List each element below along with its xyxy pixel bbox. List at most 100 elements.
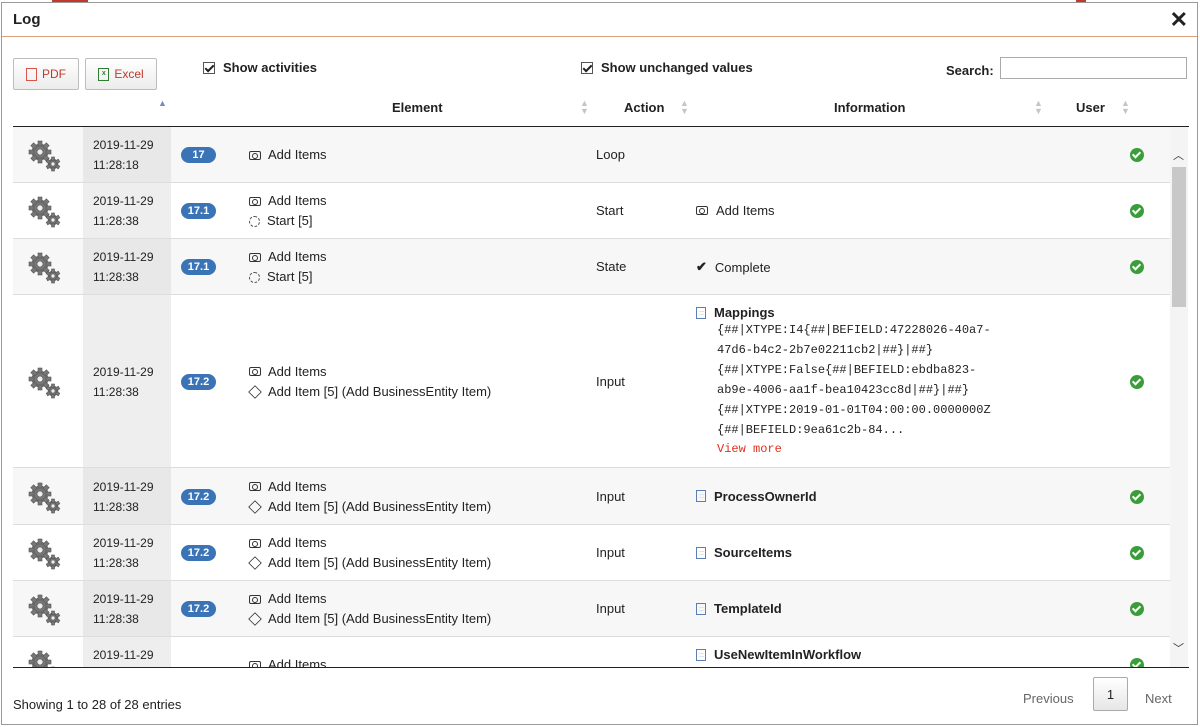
add-item-icon xyxy=(248,556,262,570)
pdf-file-icon xyxy=(26,67,37,81)
table-row[interactable]: 2019-11-29 11:28:18 17 Add Items Loop xyxy=(13,127,1170,183)
table-row[interactable]: 2019-11-29 11:28:38 17.2 Add Items Add Item … xyxy=(13,525,1170,581)
search-label: Search: xyxy=(946,63,994,78)
table-row[interactable]: 2019-11-29 11:28:38 17.1 Add Items Start [5]… xyxy=(13,183,1170,239)
table-row[interactable]: 2019-11-29 11:28:38 17.2 Add Items Add Item … xyxy=(13,295,1170,468)
mapping-detail-line: {##|XTYPE:False{##|BEFIELD:ebdba823- xyxy=(717,363,977,377)
sort-asc-icon[interactable]: ▲ xyxy=(158,99,167,108)
date-text: 2019-11-29 xyxy=(93,250,154,264)
previous-page-button[interactable]: Previous xyxy=(1023,691,1074,706)
element-cell: Add Items Add Item [5] (Add BusinessEntit… xyxy=(248,477,492,517)
add-item-icon xyxy=(248,499,262,514)
view-more-link[interactable]: View more xyxy=(717,440,991,458)
information-cell: ✔ Complete xyxy=(696,259,771,275)
log-dialog: Log ✕ PDF x Excel Show activities Show u… xyxy=(1,2,1198,725)
table-row[interactable]: 2019-11-29 11:28:38 17.1 Add Items Start [5]… xyxy=(13,239,1170,295)
show-unchanged-checkbox[interactable]: Show unchanged values xyxy=(581,60,753,75)
element-name: Add Items xyxy=(268,193,327,208)
sort-icon[interactable]: ▲ ▼ xyxy=(1121,99,1130,116)
export-pdf-button[interactable]: PDF xyxy=(13,58,79,90)
step-badge: 17.1 xyxy=(181,203,216,219)
table-row[interactable]: 2019-11-29 11:28:38 17.2 Add Items Add Item … xyxy=(13,581,1170,637)
log-table: 2019-11-29 11:28:18 17 Add Items Loop 2019-11… xyxy=(13,127,1170,667)
element-cell: Add Items xyxy=(249,145,327,165)
table-row[interactable]: 2019-11-29 Add Items UseNewItemInWorkflow xyxy=(13,637,1170,667)
scrollbar-thumb[interactable] xyxy=(1172,167,1186,307)
loop-icon xyxy=(249,482,261,491)
check-icon: ✔ xyxy=(696,259,707,274)
column-header-action[interactable]: Action xyxy=(624,100,664,115)
time-text: 11:28:38 xyxy=(93,612,139,626)
time-text: 11:28:38 xyxy=(93,214,139,228)
column-header-user[interactable]: User xyxy=(1076,100,1105,115)
action-cell: Start xyxy=(596,203,624,218)
step-badge: 17.1 xyxy=(181,259,216,275)
mapping-detail-line: {##|BEFIELD:9ea61c2b-84... xyxy=(717,423,905,437)
information-field-name: SourceItems xyxy=(714,545,793,560)
next-page-button[interactable]: Next xyxy=(1145,691,1172,706)
scroll-up-icon[interactable]: ︿ xyxy=(1173,147,1184,163)
element-name: Add Items xyxy=(268,657,327,667)
close-icon[interactable]: ✕ xyxy=(1170,5,1188,35)
column-header-element[interactable]: Element xyxy=(392,100,443,115)
element-cell: Add Items Start [5] xyxy=(249,247,327,287)
document-icon xyxy=(696,602,706,615)
document-icon xyxy=(696,306,706,319)
element-subname: Add Item [5] (Add BusinessEntity Item) xyxy=(268,498,492,514)
date-text: 2019-11-29 xyxy=(93,138,154,152)
scroll-down-icon[interactable]: ﹀ xyxy=(1173,640,1184,656)
timestamp-cell: 2019-11-29 11:28:38 xyxy=(83,581,171,636)
mapping-detail-line: {##|XTYPE:2019-01-01T04:00:00.0000000Z xyxy=(717,403,991,417)
action-cell: Input xyxy=(596,488,625,504)
step-badge: 17.2 xyxy=(181,488,216,505)
element-name: Add Items xyxy=(268,363,327,379)
sort-icon[interactable]: ▲ ▼ xyxy=(580,99,589,116)
information-cell: Mappings {##|XTYPE:I4{##|BEFIELD:47228026… xyxy=(696,305,991,458)
information-cell: ProcessOwnerId xyxy=(696,489,817,504)
step-badge: 17.2 xyxy=(181,545,216,561)
loop-icon xyxy=(696,206,708,215)
element-subname: Add Item [5] (Add BusinessEntity Item) xyxy=(268,611,492,626)
mapping-detail-line: ab9e-4006-aa1f-bea10423cc8d|##}|##} xyxy=(717,383,970,397)
document-icon xyxy=(696,546,706,559)
sort-icon[interactable]: ▲ ▼ xyxy=(680,99,689,116)
element-cell: Add Items Add Item [5] (Add BusinessEntit… xyxy=(248,589,492,629)
checkbox-checked-icon xyxy=(581,61,593,74)
dialog-title: Log xyxy=(13,11,41,28)
sort-icon[interactable]: ▲ ▼ xyxy=(1034,99,1043,116)
vertical-scrollbar[interactable]: ︿ ﹀ xyxy=(1170,127,1188,667)
add-item-icon xyxy=(248,384,262,399)
user-ok-icon xyxy=(1130,489,1144,504)
search-input[interactable] xyxy=(1000,57,1187,79)
show-activities-checkbox[interactable]: Show activities xyxy=(203,60,317,75)
column-header-information[interactable]: Information xyxy=(834,100,906,115)
show-unchanged-label: Show unchanged values xyxy=(601,60,753,75)
information-field-name: ProcessOwnerId xyxy=(714,488,817,504)
element-name: Add Items xyxy=(268,591,327,606)
action-cell: Input xyxy=(596,601,625,616)
pdf-button-label: PDF xyxy=(42,67,66,81)
timestamp-cell: 2019-11-29 xyxy=(83,637,171,667)
user-ok-icon xyxy=(1130,602,1144,616)
date-text: 2019-11-29 xyxy=(93,364,154,379)
export-excel-button[interactable]: x Excel xyxy=(85,58,157,90)
activity-gears-icon xyxy=(27,138,63,179)
mapping-detail-line: {##|XTYPE:I4{##|BEFIELD:47228026-40a7- xyxy=(717,323,991,337)
action-cell: Input xyxy=(596,373,625,389)
action-cell: Loop xyxy=(596,147,625,162)
time-text: 11:28:38 xyxy=(93,499,139,514)
start-event-icon xyxy=(249,271,260,283)
show-activities-label: Show activities xyxy=(223,60,317,75)
information-field-name: UseNewItemInWorkflow xyxy=(714,647,862,662)
entries-info: Showing 1 to 28 of 28 entries xyxy=(13,697,182,712)
information-cell: SourceItems xyxy=(696,545,792,560)
activity-gears-icon xyxy=(27,592,63,633)
page-1-button[interactable]: 1 xyxy=(1093,677,1128,711)
activity-gears-icon xyxy=(27,480,63,521)
element-subname: Start [5] xyxy=(267,269,313,284)
table-row[interactable]: 2019-11-29 11:28:38 17.2 Add Items Add Item … xyxy=(13,468,1170,525)
activity-gears-icon xyxy=(27,365,63,406)
mapping-detail-line: 47d6-b4c2-2b7e02211cb2|##}|##} xyxy=(717,343,934,357)
information-cell: UseNewItemInWorkflow xyxy=(696,647,861,662)
loop-icon xyxy=(249,538,261,548)
